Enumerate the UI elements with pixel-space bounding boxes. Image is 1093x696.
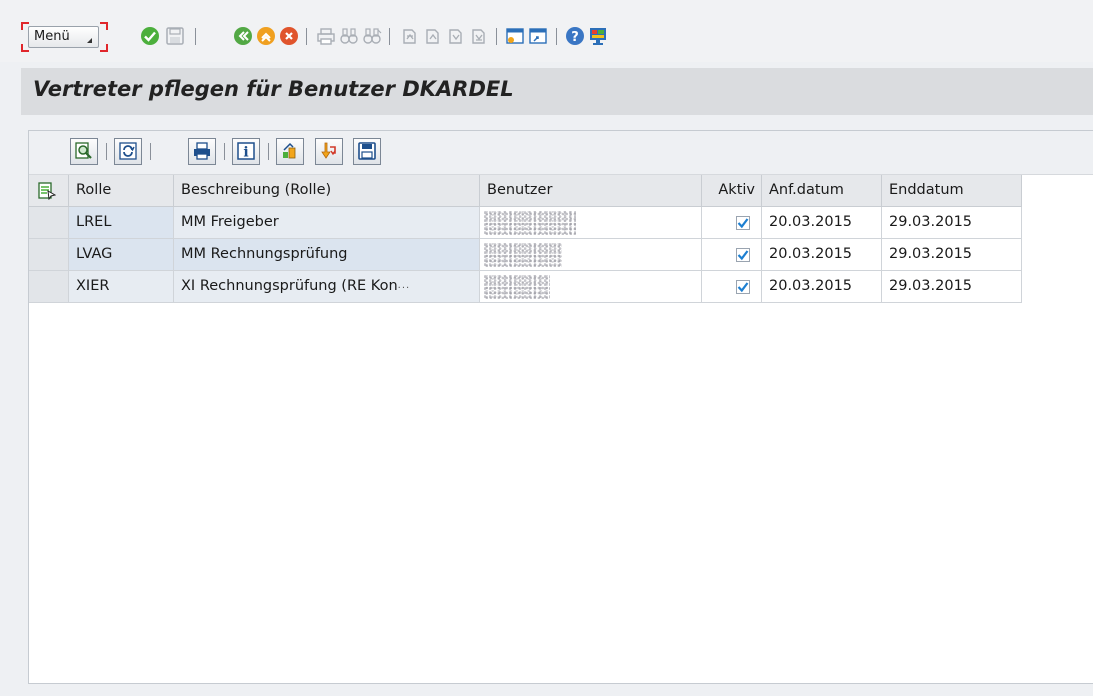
customize-layout-icon[interactable] bbox=[588, 26, 608, 46]
column-header-rolle[interactable]: Rolle bbox=[69, 175, 174, 207]
column-header-benutzer[interactable]: Benutzer bbox=[480, 175, 702, 207]
details-button[interactable] bbox=[70, 138, 98, 165]
svg-text:i: i bbox=[243, 145, 248, 161]
checkbox-checked-icon[interactable] bbox=[736, 248, 750, 262]
cell-beschreibung[interactable]: MM Freigeber bbox=[174, 207, 480, 239]
cell-aktiv[interactable] bbox=[702, 207, 762, 239]
cell-anf-datum[interactable]: 20.03.2015 bbox=[762, 271, 882, 303]
select-layout-icon bbox=[283, 142, 296, 159]
cell-beschreibung-text: XI Rechnungsprüfung (RE Kon bbox=[181, 278, 398, 294]
menu-button-label: Menü bbox=[34, 29, 70, 44]
row-selector[interactable] bbox=[29, 271, 69, 303]
toolbar-separator bbox=[389, 28, 390, 45]
select-all-button[interactable] bbox=[29, 175, 69, 207]
column-header-aktiv[interactable]: Aktiv bbox=[702, 175, 762, 207]
cell-rolle[interactable]: LVAG bbox=[69, 239, 174, 271]
refresh-icon bbox=[119, 142, 137, 160]
column-header-beschreibung[interactable]: Beschreibung (Rolle) bbox=[174, 175, 480, 207]
print-button[interactable] bbox=[188, 138, 216, 165]
find-icon[interactable] bbox=[339, 26, 359, 46]
alv-toolbar-separator bbox=[224, 143, 225, 160]
find-next-icon[interactable] bbox=[362, 26, 382, 46]
menu-button[interactable]: Menü bbox=[21, 22, 108, 52]
application-toolbar: Menü ? bbox=[0, 0, 1093, 62]
refresh-button[interactable] bbox=[114, 138, 142, 165]
focus-corner bbox=[100, 22, 108, 30]
exit-icon[interactable] bbox=[256, 26, 276, 46]
truncation-ellipsis: ... bbox=[397, 280, 411, 291]
info-button[interactable]: i bbox=[232, 138, 260, 165]
title-bar: Vertreter pflegen für Benutzer DKARDEL bbox=[21, 68, 1093, 115]
cell-beschreibung[interactable]: XI Rechnungsprüfung (RE Kon... bbox=[174, 271, 480, 303]
cell-aktiv[interactable] bbox=[702, 271, 762, 303]
alv-toolbar-separator bbox=[106, 143, 107, 160]
select-layout-button[interactable] bbox=[276, 138, 304, 165]
cell-enddatum[interactable]: 29.03.2015 bbox=[882, 239, 1022, 271]
cell-anf-datum[interactable]: 20.03.2015 bbox=[762, 207, 882, 239]
save-layout-icon bbox=[358, 142, 376, 160]
cell-enddatum[interactable]: 29.03.2015 bbox=[882, 271, 1022, 303]
cell-beschreibung[interactable]: MM Rechnungsprüfung bbox=[174, 239, 480, 271]
toolbar-separator bbox=[496, 28, 497, 45]
info-icon: i bbox=[237, 142, 255, 161]
checkbox-checked-icon[interactable] bbox=[736, 280, 750, 294]
svg-text:?: ? bbox=[571, 30, 579, 45]
cell-anf-datum[interactable]: 20.03.2015 bbox=[762, 239, 882, 271]
row-selector[interactable] bbox=[29, 239, 69, 271]
alv-grid-container: i Rolle Beschreibung (Rolle) Benutzer Ak… bbox=[28, 130, 1093, 684]
cell-benutzer[interactable] bbox=[480, 207, 702, 239]
create-session-icon[interactable] bbox=[505, 26, 525, 46]
column-header-enddatum[interactable]: Enddatum bbox=[882, 175, 1022, 207]
cell-rolle[interactable]: XIER bbox=[69, 271, 174, 303]
cell-enddatum[interactable]: 29.03.2015 bbox=[882, 207, 1022, 239]
menu-dropdown-icon bbox=[87, 38, 92, 43]
redacted-user bbox=[484, 275, 550, 299]
print-icon bbox=[194, 142, 210, 160]
first-page-icon[interactable] bbox=[399, 26, 419, 46]
toolbar-separator bbox=[556, 28, 557, 45]
previous-page-icon[interactable] bbox=[422, 26, 442, 46]
page-title: Vertreter pflegen für Benutzer DKARDEL bbox=[33, 77, 514, 101]
toolbar-separator bbox=[195, 28, 196, 45]
alv-toolbar-separator bbox=[150, 143, 151, 160]
enter-check-icon[interactable] bbox=[140, 26, 160, 46]
save-layout-button[interactable] bbox=[353, 138, 381, 165]
cancel-icon[interactable] bbox=[279, 26, 299, 46]
redacted-user bbox=[484, 243, 562, 267]
checkbox-checked-icon[interactable] bbox=[736, 216, 750, 230]
last-page-icon[interactable] bbox=[468, 26, 488, 46]
generate-shortcut-icon[interactable] bbox=[528, 26, 548, 46]
alv-toolbar-separator bbox=[268, 143, 269, 160]
cell-benutzer[interactable] bbox=[480, 239, 702, 271]
toolbar-separator bbox=[306, 28, 307, 45]
row-selector[interactable] bbox=[29, 207, 69, 239]
focus-corner bbox=[100, 44, 108, 52]
details-icon bbox=[75, 142, 92, 159]
export-button[interactable] bbox=[315, 138, 343, 165]
save-icon[interactable] bbox=[165, 26, 185, 46]
export-icon bbox=[321, 142, 336, 159]
back-icon[interactable] bbox=[233, 26, 253, 46]
column-header-anf-datum[interactable]: Anf.datum bbox=[762, 175, 882, 207]
cell-benutzer[interactable] bbox=[480, 271, 702, 303]
help-icon[interactable]: ? bbox=[565, 26, 585, 46]
menu-button-body[interactable]: Menü bbox=[28, 26, 99, 48]
print-icon[interactable] bbox=[316, 26, 336, 46]
redacted-user bbox=[484, 211, 576, 235]
cell-rolle[interactable]: LREL bbox=[69, 207, 174, 239]
alv-toolbar: i bbox=[29, 131, 1093, 175]
cell-aktiv[interactable] bbox=[702, 239, 762, 271]
select-all-icon bbox=[38, 182, 56, 200]
next-page-icon[interactable] bbox=[445, 26, 465, 46]
